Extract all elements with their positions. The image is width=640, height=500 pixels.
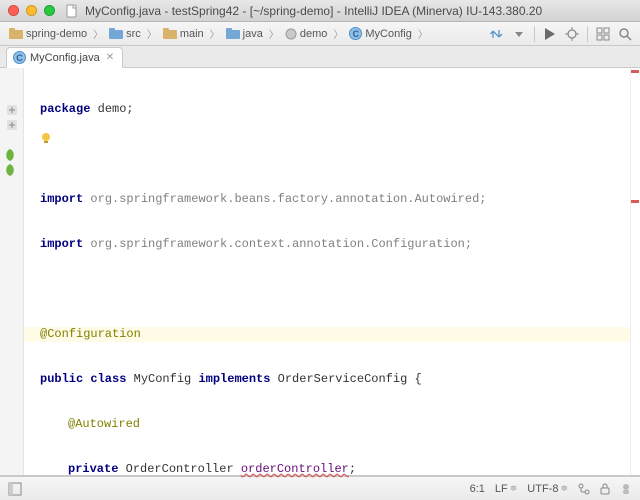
code-text: OrderController [118, 462, 240, 476]
folder-source-icon [226, 28, 240, 39]
annotation: @Configuration [40, 327, 141, 341]
code-text: demo; [90, 102, 133, 116]
breadcrumb-class[interactable]: C MyConfig [346, 25, 414, 42]
chevron-right-icon: 〉 [417, 26, 429, 41]
breadcrumb-package[interactable]: demo [282, 26, 331, 42]
breadcrumb-label: demo [300, 28, 328, 40]
breadcrumb-label: src [126, 28, 141, 40]
editor-content[interactable]: package demo; import org.springframework… [24, 72, 640, 500]
breadcrumb-label: spring-demo [26, 28, 87, 40]
folder-source-icon [109, 28, 123, 39]
dropdown-chevron-icon[interactable] [510, 25, 528, 43]
navigation-toolbar: spring-demo 〉 src 〉 main 〉 java 〉 demo 〉… [0, 22, 640, 46]
package-icon [285, 28, 297, 40]
error-stripe[interactable] [630, 68, 640, 475]
tab-label: MyConfig.java [30, 52, 100, 64]
code-text: org.springframework.context.annotation.C… [83, 237, 472, 251]
keyword: private [68, 462, 118, 476]
code-text: ; [349, 462, 356, 476]
class-icon: C [13, 51, 26, 64]
chevron-right-icon: 〉 [209, 26, 221, 41]
breadcrumb-label: main [180, 28, 204, 40]
update-project-button[interactable] [488, 25, 506, 43]
folder-icon [163, 28, 177, 39]
code-text: OrderServiceConfig { [270, 372, 421, 386]
import-gutter-icon[interactable] [4, 102, 20, 117]
file-icon [65, 4, 79, 18]
breadcrumb-label: java [243, 28, 263, 40]
breadcrumb-label: MyConfig [365, 28, 411, 40]
code-text: MyConfig [126, 372, 198, 386]
error-stripe-marker[interactable] [631, 200, 639, 203]
project-structure-button[interactable] [594, 25, 612, 43]
breadcrumb-main[interactable]: main [160, 26, 207, 42]
spring-bean-gutter-icon[interactable] [2, 147, 18, 162]
breadcrumb-src[interactable]: src [106, 26, 144, 42]
import-gutter-icon[interactable] [4, 117, 20, 132]
chevron-right-icon: 〉 [146, 26, 158, 41]
zoom-window-button[interactable] [44, 5, 55, 16]
spring-bean-gutter-icon[interactable] [2, 162, 18, 177]
folder-icon [9, 28, 23, 39]
run-button[interactable] [541, 25, 559, 43]
annotation: @Autowired [68, 417, 140, 431]
breadcrumb: spring-demo 〉 src 〉 main 〉 java 〉 demo 〉… [6, 25, 429, 42]
debug-button[interactable] [563, 25, 581, 43]
editor[interactable]: package demo; import org.springframework… [0, 68, 640, 476]
error-stripe-marker[interactable] [631, 70, 639, 73]
breadcrumb-java[interactable]: java [223, 26, 266, 42]
window-controls [8, 5, 55, 16]
minimize-window-button[interactable] [26, 5, 37, 16]
chevron-right-icon: 〉 [332, 26, 344, 41]
toolbar-right [488, 25, 634, 43]
tab-myconfig[interactable]: C MyConfig.java ✕ [6, 47, 123, 68]
field-name: orderController [241, 462, 349, 476]
tool-window-toggle-button[interactable] [8, 482, 22, 496]
keyword: public class [40, 372, 126, 386]
keyword: import [40, 237, 83, 251]
editor-tabs: C MyConfig.java ✕ [0, 46, 640, 68]
code-text: org.springframework.beans.factory.annota… [83, 192, 486, 206]
breadcrumb-project[interactable]: spring-demo [6, 26, 90, 42]
keyword: package [40, 102, 90, 116]
class-icon: C [349, 27, 362, 40]
search-everywhere-button[interactable] [616, 25, 634, 43]
chevron-right-icon: 〉 [92, 26, 104, 41]
separator [587, 26, 588, 42]
close-window-button[interactable] [8, 5, 19, 16]
close-tab-button[interactable]: ✕ [104, 52, 116, 63]
keyword: implements [198, 372, 270, 386]
chevron-right-icon: 〉 [268, 26, 280, 41]
window-titlebar: MyConfig.java - testSpring42 - [~/spring… [0, 0, 640, 22]
keyword: import [40, 192, 83, 206]
window-title: MyConfig.java - testSpring42 - [~/spring… [85, 4, 542, 18]
separator [534, 26, 535, 42]
